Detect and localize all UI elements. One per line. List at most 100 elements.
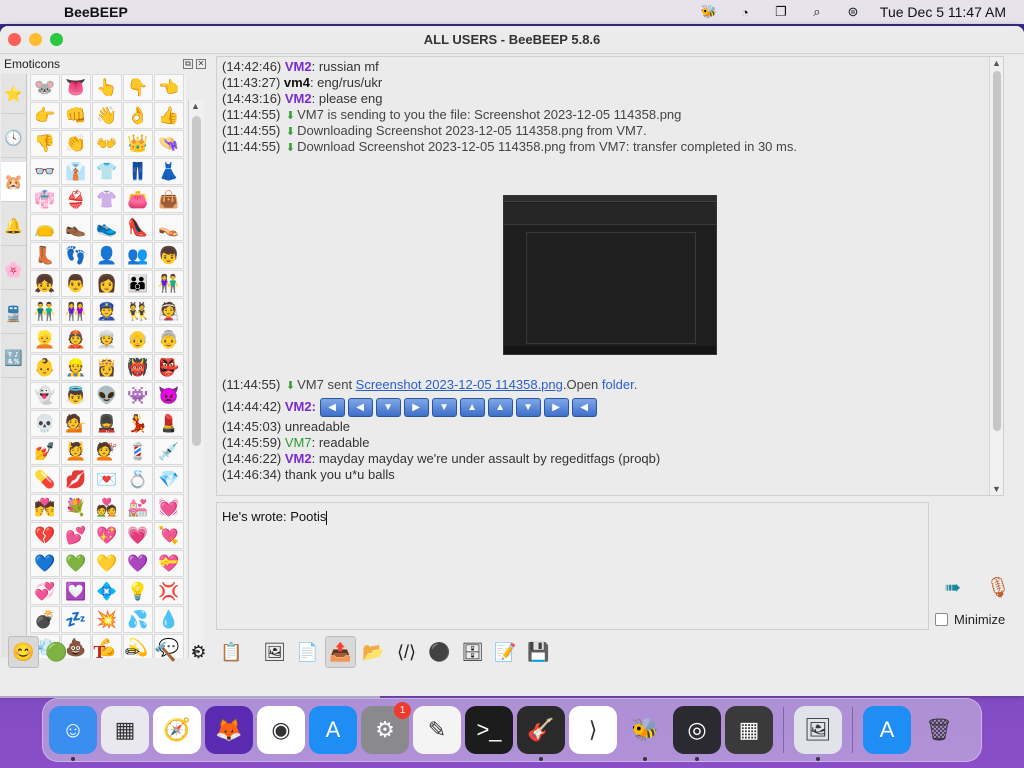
file-link[interactable]: Screenshot 2023-12-05 114358.png [356, 377, 563, 392]
window-stack-icon[interactable]: ❐ [772, 4, 790, 19]
emoticon-item[interactable]: 👳 [92, 326, 122, 353]
emoticon-item[interactable]: 👨 [61, 270, 91, 297]
dock-beebeep-icon[interactable]: 🐝 [621, 706, 669, 761]
emoticon-item[interactable]: 👢 [30, 242, 60, 269]
emoticon-item[interactable]: 👘 [30, 186, 60, 213]
message-sender[interactable]: VM7 [285, 435, 312, 450]
dock-trash-icon[interactable]: 🗑 [915, 706, 963, 754]
emoticon-item[interactable]: 👵 [154, 326, 184, 353]
emoticon-item[interactable]: 💙 [30, 550, 60, 577]
dock-calculator-icon[interactable]: ▦ [725, 706, 773, 754]
search-icon[interactable]: ⌕ [808, 4, 826, 19]
beebeep-icon[interactable]: 🐝 [700, 4, 718, 19]
emoticon-item[interactable]: 👼 [61, 382, 91, 409]
send-message-button[interactable]: ➠ [936, 574, 970, 600]
message-sender[interactable]: vm4 [284, 75, 310, 90]
emoticon-item[interactable]: 👱 [30, 326, 60, 353]
emoticon-item[interactable]: 💅 [30, 438, 60, 465]
message-sender[interactable]: VM2 [285, 451, 312, 466]
dock-firefox-icon[interactable]: 🦊 [205, 706, 253, 754]
record-button[interactable]: ⚫ [424, 636, 455, 668]
emoticon-tab-6[interactable]: 🔣 [1, 338, 26, 378]
message-sender[interactable]: VM2 [285, 59, 312, 74]
dock-chrome-icon[interactable]: ◉ [257, 706, 305, 754]
emoticon-item[interactable]: 💟 [61, 578, 91, 605]
minimize-window-button[interactable] [29, 33, 42, 46]
emoticon-item[interactable]: 👐 [92, 130, 122, 157]
dock-launchpad-icon[interactable]: ▦ [101, 706, 149, 754]
tools-button[interactable]: 🔨 [150, 636, 181, 668]
dock-system-settings-icon[interactable]: ⚙ 1 [361, 702, 411, 754]
emoticon-item[interactable]: 👦 [154, 242, 184, 269]
emoticon-item[interactable]: 👭 [61, 298, 91, 325]
emoticon-item[interactable]: 💈 [123, 438, 153, 465]
folder-link[interactable]: folder [602, 377, 634, 392]
emoticon-item[interactable]: 🐭 [30, 74, 60, 101]
message-sender[interactable]: VM2 [285, 399, 312, 414]
emoticon-item[interactable]: 💀 [30, 410, 60, 437]
emoticon-item[interactable]: 💃 [123, 410, 153, 437]
font-button[interactable]: T [84, 636, 115, 668]
scroll-down-arrow-icon[interactable]: ▼ [992, 484, 1001, 494]
emoticon-item[interactable]: 💐 [61, 494, 91, 521]
emoticon-item[interactable]: 💛 [92, 550, 122, 577]
emoticon-item[interactable]: 💞 [30, 578, 60, 605]
maximize-window-button[interactable] [50, 33, 63, 46]
emoticon-item[interactable]: 💢 [154, 578, 184, 605]
emoticon-item[interactable]: 👺 [154, 354, 184, 381]
scroll-up-arrow-icon[interactable]: ▲ [992, 58, 1001, 68]
dock-preview-icon[interactable]: 🖼 [794, 706, 842, 761]
emoticon-item[interactable]: 👤 [92, 242, 122, 269]
emoticon-item[interactable]: 💠 [92, 578, 122, 605]
emoticon-tab-0[interactable]: ⭐ [1, 74, 26, 114]
emoticon-item[interactable]: 💎 [154, 466, 184, 493]
emoticon-item[interactable]: 👊 [61, 102, 91, 129]
emoticon-item[interactable]: 👛 [123, 186, 153, 213]
dock-app-store-2-icon[interactable]: A [863, 706, 911, 754]
emoticon-item[interactable]: 💉 [154, 438, 184, 465]
open-folder-button[interactable]: 📂 [358, 636, 389, 668]
emoticon-tab-4[interactable]: 🌸 [1, 250, 26, 290]
emoticon-item[interactable]: 👮 [92, 298, 122, 325]
emoticon-item[interactable]: 👪 [123, 270, 153, 297]
emoticon-item[interactable]: 💑 [92, 494, 122, 521]
emoticon-item[interactable]: 💂 [92, 410, 122, 437]
emoticon-item[interactable]: 👇 [123, 74, 153, 101]
emoticon-item[interactable]: 💏 [30, 494, 60, 521]
dock-finder-icon[interactable]: ☺ [49, 706, 97, 761]
notes-button[interactable]: 📝 [490, 636, 521, 668]
image-button[interactable]: 🖼 [259, 636, 290, 668]
chat-view[interactable]: (14:42:46) VM2: russian mf (11:43:27) vm4… [216, 56, 1004, 496]
archive-button[interactable]: 🗄 [457, 636, 488, 668]
emoticon-tab-3[interactable]: 🔔 [1, 206, 26, 246]
dock-garageband-icon[interactable]: 🎸 [517, 706, 565, 761]
emoticon-item[interactable]: 💡 [123, 578, 153, 605]
emoticon-item[interactable]: 💄 [154, 410, 184, 437]
title-bar[interactable]: ALL USERS - BeeBEEP 5.8.6 [0, 26, 1024, 54]
emoticon-item[interactable]: 👕 [92, 158, 122, 185]
emoticon-item[interactable]: 👉 [30, 102, 60, 129]
emoticon-item[interactable]: 💓 [154, 494, 184, 521]
emoticon-item[interactable]: 👩 [92, 270, 122, 297]
emoticon-item[interactable]: 💝 [154, 550, 184, 577]
emoticon-item[interactable]: 👑 [123, 130, 153, 157]
emoticon-item[interactable]: 👞 [61, 214, 91, 241]
color-button[interactable]: ✏ [117, 636, 148, 668]
circle-arrow-icon[interactable]: ◔ [736, 5, 754, 20]
emoticon-tab-2[interactable]: 🐹 [1, 162, 26, 202]
control-center-icon[interactable]: ⊜ [844, 4, 862, 19]
message-sender[interactable]: VM2 [285, 91, 312, 106]
emoticon-item[interactable]: 👠 [123, 214, 153, 241]
emoticon-item[interactable]: 👚 [92, 186, 122, 213]
emoticon-item[interactable]: 👹 [123, 354, 153, 381]
dock-vscode-icon[interactable]: ⟩ [569, 706, 617, 754]
code-button[interactable]: ⟨/⟩ [391, 636, 422, 668]
dock-safari-icon[interactable]: 🧭 [153, 706, 201, 754]
scrollbar-thumb[interactable] [192, 116, 201, 446]
emoticon-item[interactable]: 💍 [123, 466, 153, 493]
emoticon-item[interactable]: 💜 [123, 550, 153, 577]
menubar-clock[interactable]: Tue Dec 5 11:47 AM [880, 4, 1006, 20]
emoticon-item[interactable]: 💆 [61, 438, 91, 465]
clipboard-button[interactable]: 📋 [216, 636, 247, 668]
emoticon-item[interactable]: 👯 [123, 298, 153, 325]
